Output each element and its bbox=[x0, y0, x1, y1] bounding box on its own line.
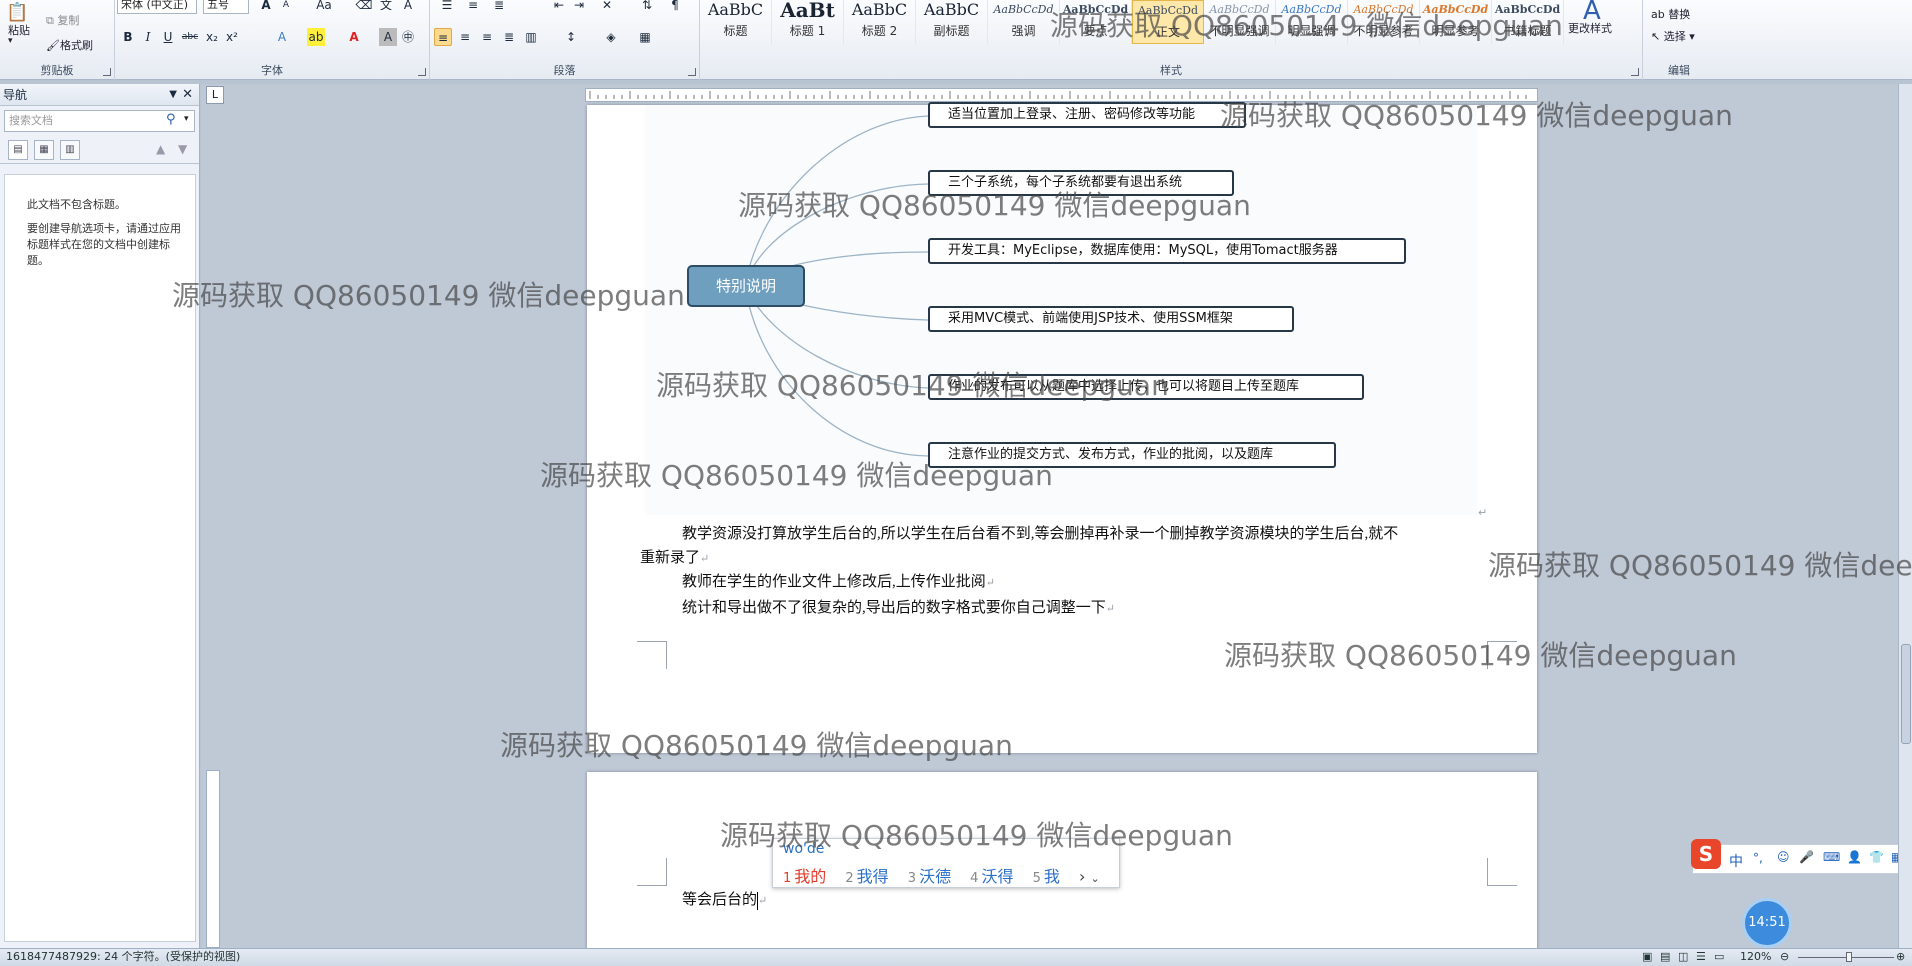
mindmap-branch: 采用MVC模式、前端使用JSP技术、使用SSM框架 bbox=[928, 306, 1294, 332]
view-print-layout-icon[interactable]: ▣ bbox=[1642, 949, 1652, 965]
body-paragraph-2[interactable]: 教师在学生的作业文件上修改后,上传作业批阅↵ bbox=[682, 570, 995, 595]
keyboard-icon[interactable]: ⌨ bbox=[1823, 850, 1840, 864]
mindmap-branch: 开发工具：MyEclipse，数据库使用：MySQL，使用Tomact服务器 bbox=[928, 238, 1406, 264]
mindmap-branch: 适当位置加上登录、注册、密码修改等功能 bbox=[928, 102, 1246, 128]
view-reading-icon[interactable]: ▤ bbox=[1660, 949, 1670, 965]
body-text: 统计和导出做不了很复杂的,导出后的数字格式要你自己调整一下 bbox=[682, 600, 1106, 616]
mindmap-branch: 作业的发布可以从题库中选择上传，也可以将题目上传至题库 bbox=[928, 374, 1364, 400]
ime-expand-icon[interactable]: ⌄ bbox=[1090, 872, 1099, 885]
sogou-logo-icon[interactable]: S bbox=[1691, 839, 1721, 869]
body-text: 等会后台的 bbox=[682, 892, 758, 908]
view-web-icon[interactable]: ◫ bbox=[1678, 949, 1688, 965]
body-paragraph-1[interactable]: 教学资源没打算放学生后台的,所以学生在后台看不到,等会删掉再补录一个删掉教学资源… bbox=[682, 522, 1398, 546]
mindmap-branch: 三个子系统，每个子系统都要有退出系统 bbox=[928, 170, 1234, 196]
scrollbar-thumb[interactable] bbox=[1901, 644, 1911, 744]
mindmap-branch: 注意作业的提交方式、发布方式，作业的批阅，以及题库 bbox=[928, 442, 1336, 468]
margin-corner bbox=[1487, 858, 1517, 886]
paragraph-mark: ↵ bbox=[1105, 603, 1115, 615]
status-bar: 1618477487929: 24 个字符。(受保护的视图) ▣ ▤ ◫ ☰ ▭… bbox=[0, 948, 1912, 966]
ime-candidate[interactable]: 2 我得 bbox=[845, 867, 888, 886]
ime-candidate[interactable]: 5我 bbox=[1033, 867, 1060, 886]
view-outline-icon[interactable]: ☰ bbox=[1696, 949, 1706, 965]
punctuation-icon[interactable]: °, bbox=[1753, 851, 1763, 865]
paragraph-mark: ↵ bbox=[985, 577, 995, 589]
page2-paragraph[interactable]: 等会后台的↵ bbox=[682, 888, 767, 913]
ime-candidates: 1 我的 2 我得 3 沃德 4 沃得 5我 › ⌄ bbox=[783, 863, 1100, 887]
zoom-level[interactable]: 120% bbox=[1740, 949, 1771, 965]
zoom-slider-thumb[interactable] bbox=[1846, 952, 1852, 962]
ime-toolbar[interactable]: S 中 °, ☺ 🎤 ⌨ 👤 👕 ▦ bbox=[1691, 839, 1912, 874]
ime-candidate[interactable]: 1 我的 bbox=[783, 867, 826, 886]
mindmap-root-node: 特别说明 bbox=[687, 265, 805, 307]
body-text: 重新录了 bbox=[640, 550, 701, 566]
paragraph-mark: ↵ bbox=[700, 553, 710, 565]
microphone-icon[interactable]: 🎤 bbox=[1799, 850, 1814, 864]
user-icon[interactable]: 👤 bbox=[1847, 850, 1862, 864]
skin-icon[interactable]: 👕 bbox=[1869, 850, 1884, 864]
vertical-scrollbar[interactable] bbox=[1898, 84, 1912, 948]
ime-candidate[interactable]: 4 沃得 bbox=[970, 867, 1013, 886]
ime-next-page-icon[interactable]: › bbox=[1079, 867, 1085, 886]
ime-candidate-window[interactable]: wo'de 1 我的 2 我得 3 沃德 4 沃得 5我 › ⌄ bbox=[772, 838, 1120, 888]
paragraph-mark: ↵ bbox=[758, 895, 768, 907]
word-window: 📋 粘贴 ▾ ⧉ 复制 🖌格式刷 剪贴板 宋体 (中文正) 五号 A A Aa … bbox=[0, 0, 1912, 966]
body-text: 教师在学生的作业文件上修改后,上传作业批阅 bbox=[682, 574, 986, 590]
paragraph-mark: ↵ bbox=[1478, 506, 1488, 519]
ime-composition: wo'de bbox=[783, 841, 825, 857]
view-draft-icon[interactable]: ▭ bbox=[1714, 949, 1724, 965]
mindmap-connector bbox=[744, 115, 929, 287]
ime-candidate[interactable]: 3 沃德 bbox=[908, 867, 951, 886]
ime-mode-label[interactable]: 中 bbox=[1729, 851, 1743, 871]
body-text: 教学资源没打算放学生后台的,所以学生在后台看不到,等会删掉再补录一个删掉教学资源… bbox=[682, 526, 1399, 542]
margin-corner bbox=[637, 858, 667, 886]
floating-clock[interactable]: 14:51 bbox=[1742, 898, 1792, 948]
zoom-out-icon[interactable]: ⊖ bbox=[1780, 949, 1789, 965]
body-paragraph-3[interactable]: 统计和导出做不了很复杂的,导出后的数字格式要你自己调整一下↵ bbox=[682, 596, 1115, 621]
status-info[interactable]: 1618477487929: 24 个字符。(受保护的视图) bbox=[6, 949, 240, 965]
zoom-in-icon[interactable]: ⊕ bbox=[1896, 949, 1905, 965]
emoji-icon[interactable]: ☺ bbox=[1777, 850, 1790, 864]
body-paragraph-1-cont[interactable]: 重新录了↵ bbox=[640, 546, 709, 571]
